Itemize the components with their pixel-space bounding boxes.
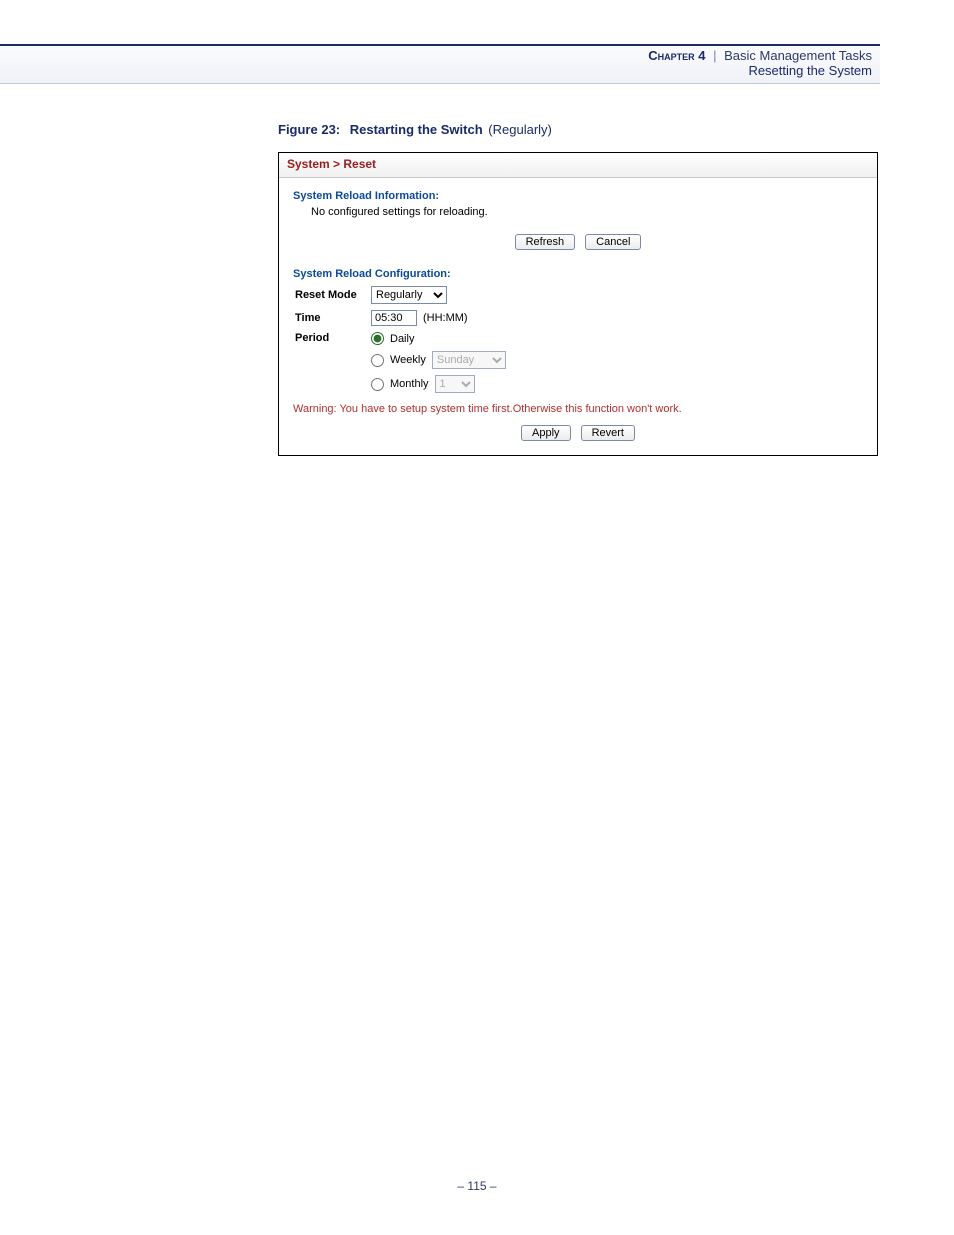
period-weekly-label: Weekly [390, 354, 426, 366]
header-separator: | [713, 48, 716, 63]
refresh-button[interactable]: Refresh [515, 234, 576, 250]
reset-mode-label: Reset Mode [295, 289, 371, 301]
period-monthly-radio[interactable] [371, 378, 384, 391]
period-daily-radio[interactable] [371, 332, 384, 345]
header-subtitle: Resetting the System [0, 63, 872, 78]
chapter-title: Basic Management Tasks [724, 48, 872, 63]
period-weekly-select[interactable]: Sunday [432, 351, 506, 369]
page-number: – 115 – [0, 1179, 954, 1193]
time-hint: (HH:MM) [423, 312, 468, 324]
period-monthly-select[interactable]: 1 [435, 375, 475, 393]
period-daily-label: Daily [390, 333, 414, 345]
figure-label: Figure 23: [278, 122, 340, 137]
chapter-label: Chapter 4 [648, 48, 705, 63]
reload-info-text: No configured settings for reloading. [311, 206, 863, 218]
reset-mode-select[interactable]: Regularly [371, 286, 447, 304]
period-label: Period [295, 332, 371, 344]
revert-button[interactable]: Revert [581, 425, 635, 441]
reset-panel: System > Reset System Reload Information… [278, 152, 878, 456]
reload-config-title: System Reload Configuration: [293, 268, 863, 280]
breadcrumb: System > Reset [279, 153, 877, 178]
time-input[interactable] [371, 310, 417, 326]
reload-info-title: System Reload Information: [293, 190, 863, 202]
figure-qualifier: (Regularly) [488, 122, 552, 137]
figure-caption: Figure 23: Restarting the Switch (Regula… [278, 122, 552, 137]
period-weekly-radio[interactable] [371, 354, 384, 367]
period-monthly-label: Monthly [390, 378, 429, 390]
page-header: Chapter 4 | Basic Management Tasks Reset… [0, 44, 880, 84]
apply-button[interactable]: Apply [521, 425, 571, 441]
time-label: Time [295, 312, 371, 324]
config-warning: Warning: You have to setup system time f… [293, 403, 863, 415]
cancel-button[interactable]: Cancel [585, 234, 641, 250]
figure-title: Restarting the Switch [350, 122, 483, 137]
